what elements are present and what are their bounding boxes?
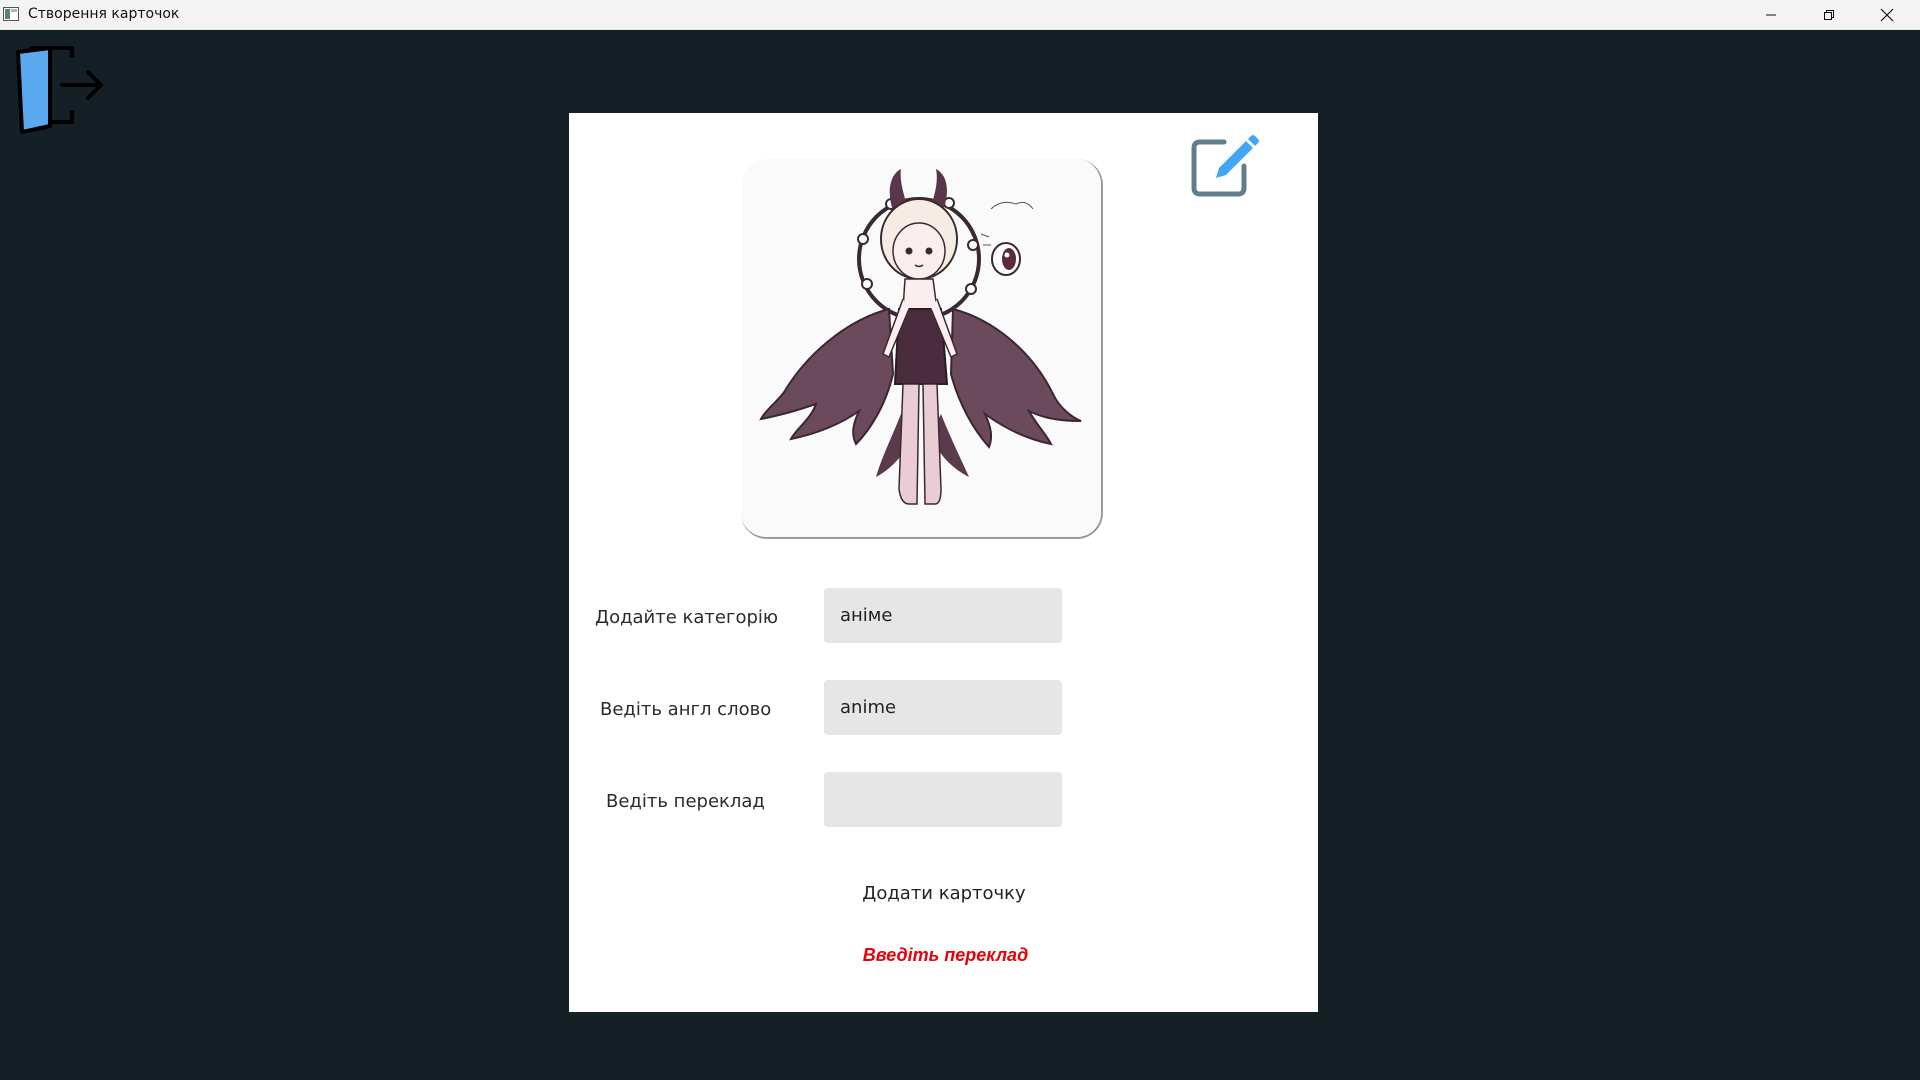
exit-button[interactable]: [14, 44, 108, 136]
add-card-button[interactable]: Додати карточку: [829, 875, 1059, 911]
close-icon: [1880, 8, 1894, 21]
minimize-button[interactable]: [1742, 0, 1800, 29]
close-button[interactable]: [1858, 0, 1916, 29]
english-word-label: Ведіть англ слово: [600, 699, 772, 720]
translation-label: Ведіть переклад: [606, 791, 765, 812]
minimize-icon: [1766, 14, 1776, 15]
error-message: Введіть переклад: [862, 945, 1029, 965]
restore-icon: [1824, 9, 1834, 20]
translation-input[interactable]: [824, 772, 1062, 827]
edit-button[interactable]: [1186, 128, 1262, 204]
card-image[interactable]: [741, 159, 1103, 539]
card-form-panel: Додайте категорію Ведіть англ слово Веді…: [569, 113, 1318, 1012]
category-input[interactable]: [824, 588, 1062, 643]
app-icon: [3, 6, 19, 21]
restore-button[interactable]: [1800, 0, 1858, 29]
edit-pencil-icon: [1191, 135, 1259, 197]
anime-character-illustration: [741, 159, 1101, 537]
exit-door-icon: [16, 46, 103, 134]
english-word-input[interactable]: [824, 680, 1062, 735]
window-titlebar: Створення карточок: [0, 0, 1920, 30]
window-title: Створення карточок: [28, 6, 180, 22]
category-label: Додайте категорію: [595, 607, 779, 628]
